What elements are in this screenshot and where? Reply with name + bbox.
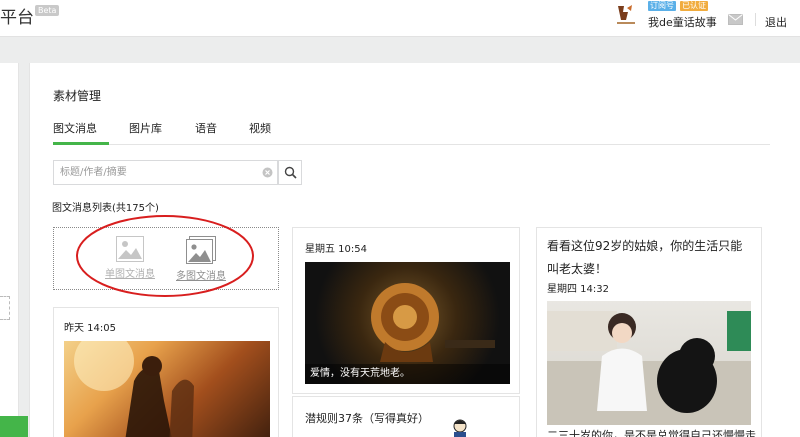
create-single-news-button[interactable]: 单图文消息 (100, 236, 160, 280)
search-icon (284, 166, 297, 179)
mail-icon[interactable] (728, 14, 743, 25)
card-date: 昨天 14:05 (64, 323, 116, 334)
card-cover-caption: 爱情，没有天荒地老。 (305, 364, 510, 384)
active-tab-indicator (53, 142, 109, 145)
news-card[interactable]: 星期五 10:54 爱情，没有天荒地老。 (292, 227, 520, 394)
multi-image-icon (186, 236, 216, 264)
platform-title: 平台 (0, 8, 34, 28)
account-name[interactable]: 我de童话故事 (648, 14, 717, 30)
image-icon (116, 236, 144, 262)
card-title-line2: 叫老太婆！ (547, 262, 608, 276)
search-input[interactable] (54, 161, 259, 184)
logout-link[interactable]: 退出 (765, 14, 787, 30)
create-news-box: 单图文消息 多图文消息 (53, 227, 279, 290)
card-title: 看看这位92岁的姑娘，你的生活只能 (547, 239, 743, 253)
news-card[interactable]: 看看这位92岁的姑娘，你的生活只能 叫老太婆！ 星期四 14:32 二三十岁的你… (536, 227, 762, 437)
news-card[interactable]: 昨天 14:05 (53, 307, 279, 437)
clear-icon[interactable] (262, 167, 273, 178)
search-button[interactable] (278, 160, 302, 185)
create-single-label: 单图文消息 (105, 269, 155, 280)
sidebar (0, 63, 19, 437)
verified-badge: 已认证 (680, 1, 708, 11)
search-box (53, 160, 278, 185)
beta-badge: Beta (35, 5, 60, 16)
top-bar: 平台 Beta 订阅号 已认证 我de童话故事 退出 (0, 0, 800, 37)
card-cover-image (64, 341, 270, 437)
header-divider (755, 13, 756, 26)
sidebar-green-button[interactable] (0, 416, 28, 437)
tabs-divider (53, 144, 770, 145)
create-multi-news-button[interactable]: 多图文消息 (171, 236, 231, 282)
tab-video[interactable]: 视频 (249, 120, 271, 136)
card-date: 星期四 14:32 (547, 284, 609, 295)
card-cover-image (547, 301, 751, 425)
card-cover-image: 爱情，没有天荒地老。 (305, 262, 510, 384)
create-multi-label: 多图文消息 (176, 271, 226, 282)
account-avatar[interactable] (612, 2, 640, 28)
sidebar-dashed-box (0, 296, 10, 320)
news-card[interactable]: 潜规则37条（写得真好） (292, 396, 520, 437)
page-title: 素材管理 (53, 89, 102, 103)
card-title: 潜规则37条（写得真好） (305, 412, 429, 425)
cartoon-illustration (453, 419, 467, 437)
news-list-count: 图文消息列表(共175个) (52, 203, 159, 214)
tab-news[interactable]: 图文消息 (53, 120, 97, 136)
card-excerpt: 二三十岁的你，是不是总觉得自己还慢慢走 (547, 429, 756, 437)
subscription-badge: 订阅号 (648, 1, 676, 11)
tab-voice[interactable]: 语音 (195, 120, 217, 136)
tab-image-library[interactable]: 图片库 (129, 120, 162, 136)
card-date: 星期五 10:54 (305, 244, 367, 255)
